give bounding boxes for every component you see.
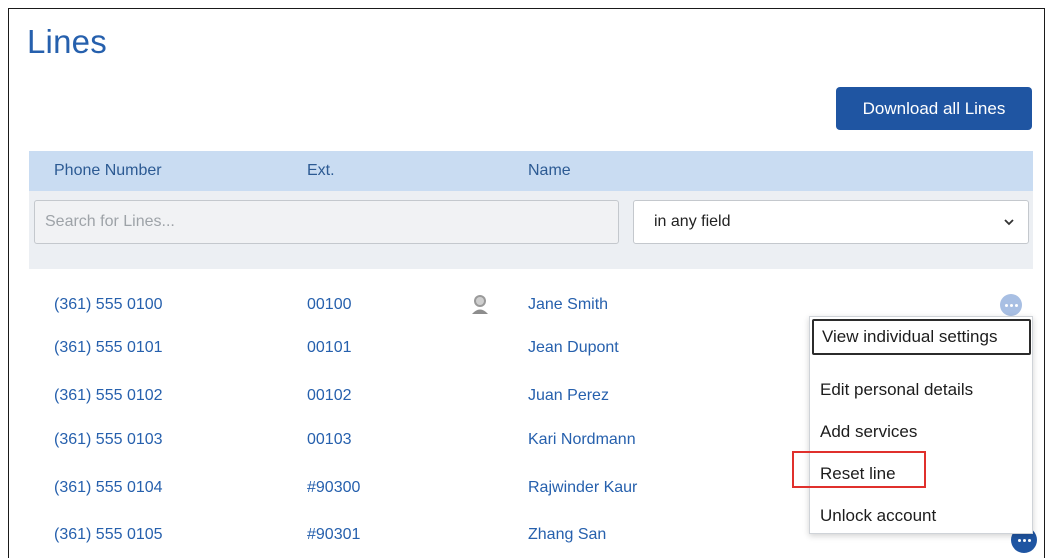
row-actions-menu: View individual settings Edit personal d… [809, 316, 1033, 534]
search-field-select-value: in any field [654, 213, 731, 230]
lines-panel: Lines Download all Lines Phone Number Ex… [8, 8, 1045, 558]
menu-item-unlock-account[interactable]: Unlock account [810, 498, 1032, 534]
user-headset-icon [472, 295, 488, 314]
menu-item-add-services[interactable]: Add services [810, 414, 1032, 450]
extension-link[interactable]: 00100 [307, 285, 352, 325]
table-header: Phone Number Ext. Name [29, 151, 1033, 191]
phone-number-link[interactable]: (361) 555 0100 [54, 285, 163, 325]
extension-link[interactable]: 00102 [307, 376, 352, 416]
phone-number-link[interactable]: (361) 555 0103 [54, 420, 163, 460]
column-header-ext[interactable]: Ext. [307, 162, 335, 180]
user-name-link[interactable]: Juan Perez [528, 376, 609, 416]
more-options-icon[interactable] [1000, 294, 1022, 316]
extension-link[interactable]: #90301 [307, 515, 360, 555]
column-header-name[interactable]: Name [528, 162, 571, 180]
user-name-link[interactable]: Zhang San [528, 515, 606, 555]
user-name-link[interactable]: Jean Dupont [528, 328, 619, 368]
download-all-lines-button[interactable]: Download all Lines [836, 87, 1032, 130]
reset-line-highlight [792, 451, 926, 488]
menu-item-view-individual-settings[interactable]: View individual settings [812, 319, 1031, 355]
extension-link[interactable]: #90300 [307, 468, 360, 508]
search-input[interactable] [34, 200, 619, 244]
column-header-phone-number[interactable]: Phone Number [54, 162, 162, 180]
user-name-link[interactable]: Jane Smith [528, 285, 608, 325]
search-field-select[interactable]: in any field [633, 200, 1029, 244]
user-name-link[interactable]: Kari Nordmann [528, 420, 636, 460]
phone-number-link[interactable]: (361) 555 0102 [54, 376, 163, 416]
extension-link[interactable]: 00103 [307, 420, 352, 460]
phone-number-link[interactable]: (361) 555 0101 [54, 328, 163, 368]
phone-number-link[interactable]: (361) 555 0105 [54, 515, 163, 555]
phone-number-link[interactable]: (361) 555 0104 [54, 468, 163, 508]
page-title: Lines [27, 23, 107, 60]
chevron-down-icon [1004, 219, 1014, 226]
user-name-link[interactable]: Rajwinder Kaur [528, 468, 637, 508]
filter-bar: in any field [29, 191, 1033, 269]
menu-item-edit-personal-details[interactable]: Edit personal details [810, 372, 1032, 408]
extension-link[interactable]: 00101 [307, 328, 352, 368]
